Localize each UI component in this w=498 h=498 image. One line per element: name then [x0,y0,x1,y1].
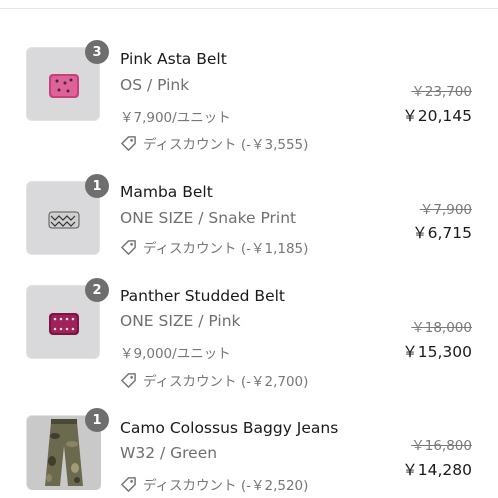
list-item: 1 Camo Colossus Baggy Jeans W32 / Green … [0,0,498,494]
product-variant: W32 / Green [120,444,218,462]
discount-text: ディスカウント (-￥3,555) [143,137,309,153]
final-price: ￥6,715 [412,224,472,242]
product-name: Panther Studded Belt [120,287,285,305]
unit-price: ￥9,000/ユニット [120,346,231,362]
final-price: ￥15,300 [402,343,472,361]
original-price: ￥7,900 [419,202,472,218]
quantity-badge: 2 [85,278,109,302]
tag-icon [121,476,136,492]
quantity-badge: 1 [85,174,109,198]
product-variant: ONE SIZE / Snake Print [120,209,297,227]
discount-line: ディスカウント (-￥2,520) [120,474,308,494]
tag-icon [121,135,136,151]
discount-line: ディスカウント (-￥1,185) [120,237,308,257]
product-variant: ONE SIZE / Pink [120,312,241,330]
discount-line: ディスカウント (-￥2,700) [120,370,308,390]
discount-text: ディスカウント (-￥2,700) [143,374,309,390]
quantity-badge: 1 [85,408,109,432]
discount-line: ディスカウント (-￥3,555) [120,133,308,153]
product-name: Camo Colossus Baggy Jeans [120,419,339,437]
original-price: ￥16,800 [411,438,472,454]
discount-text: ディスカウント (-￥2,520) [143,478,309,494]
original-price: ￥18,000 [411,320,472,336]
product-name: Mamba Belt [120,183,213,201]
tag-icon [121,239,136,255]
tag-icon [121,372,136,388]
discount-text: ディスカウント (-￥1,185) [143,241,309,257]
final-price: ￥14,280 [402,461,472,479]
